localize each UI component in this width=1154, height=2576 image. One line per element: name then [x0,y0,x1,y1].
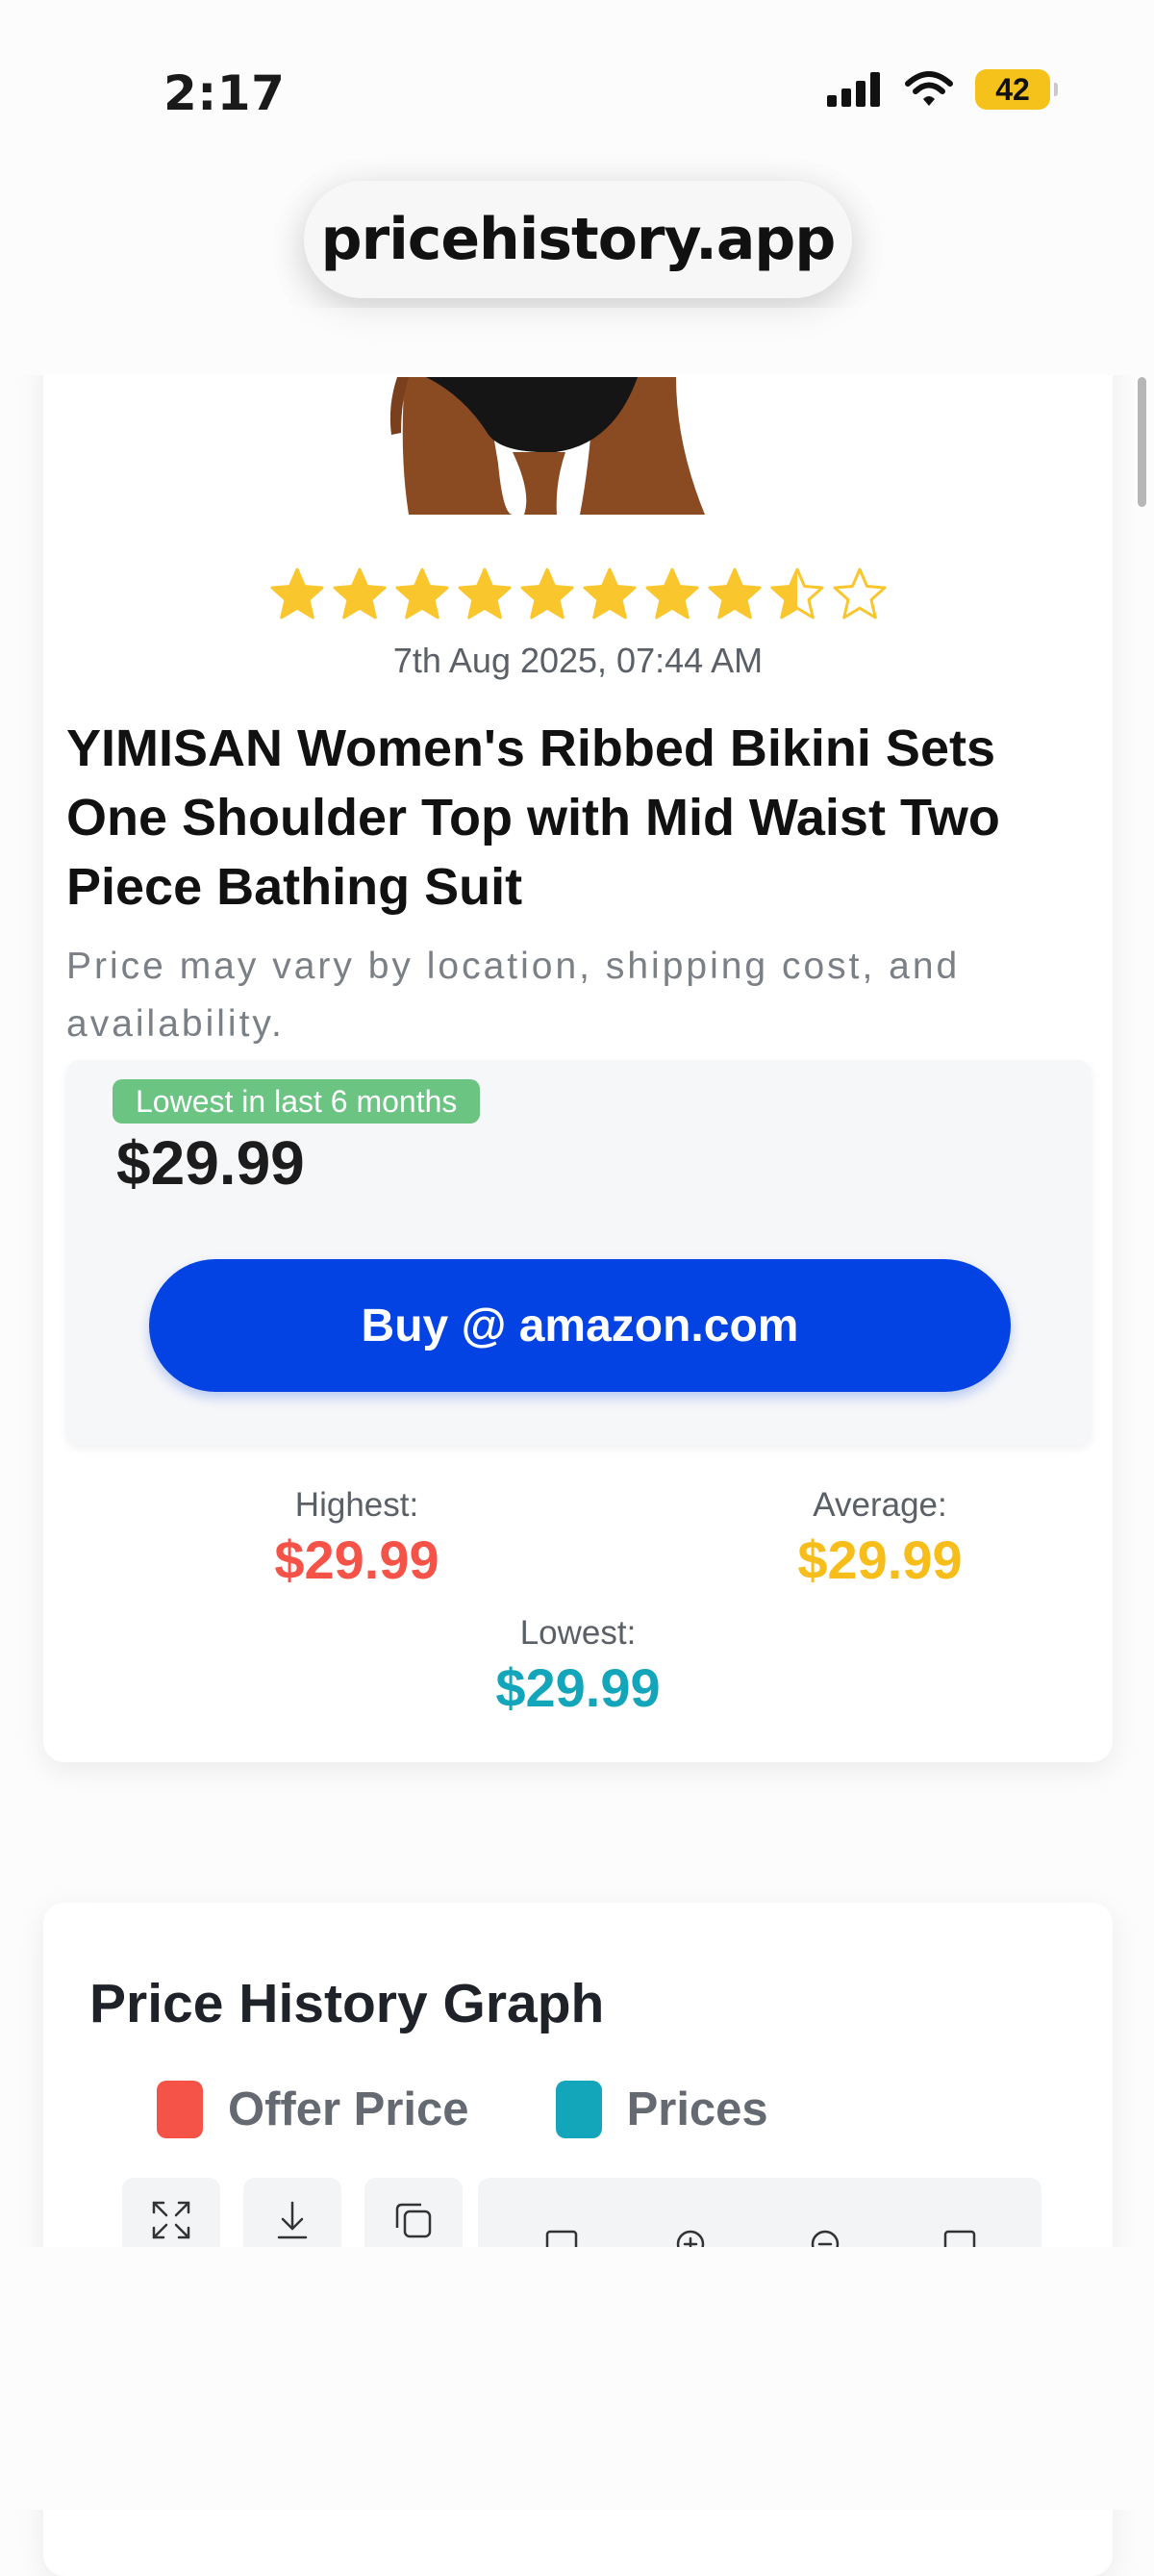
header-background [0,308,1154,375]
star-filled-icon [270,568,323,619]
price-box: Lowest in last 6 months $29.99 Buy @ ama… [66,1060,1091,1445]
lowest-value: $29.99 [495,1657,661,1718]
star-empty-icon [833,568,886,619]
battery-indicator: 42 [975,69,1058,110]
status-bar: 2:17 42 [0,0,1154,173]
signal-icon [827,72,880,107]
star-filled-icon [520,568,573,619]
legend-label: Prices [626,2084,768,2135]
lowest-badge: Lowest in last 6 months [113,1079,481,1124]
copy-icon [395,2203,432,2238]
download-icon [277,2201,308,2239]
wifi-icon [905,71,953,106]
price-date: 7th Aug 2025, 07:44 AM [392,641,764,680]
average-value: $29.99 [797,1529,963,1590]
battery-level: 42 [995,71,1030,107]
product-image[interactable] [388,377,743,515]
highest-value: $29.99 [274,1529,439,1590]
prices-swatch [555,2081,602,2138]
star-filled-icon [583,568,636,619]
star-filled-icon [458,568,511,619]
stat-highest: Highest: $29.99 [184,1486,530,1591]
buy-button[interactable]: Buy @ amazon.com [149,1259,1011,1392]
product-title: YIMISAN Women's Ribbed Bikini Sets One S… [66,720,1000,916]
legend-prices[interactable]: Prices [555,2081,768,2138]
expand-icon [152,2201,190,2239]
status-time: 2:17 [163,65,286,121]
scrollbar[interactable] [1138,377,1146,507]
star-filled-icon [708,568,761,619]
product-card: 7th Aug 2025, 07:44 AM YIMISAN Women's R… [43,346,1113,1762]
star-filled-icon [645,568,698,619]
graph-title: Price History Graph [89,1973,605,2034]
current-price: $29.99 [116,1128,305,1198]
rating-stars [43,566,1113,623]
star-filled-icon [333,568,386,619]
graph-legend: Offer Price Prices [157,2081,855,2138]
stat-average: Average: $29.99 [707,1486,1053,1591]
lowest-label: Lowest: [519,1614,637,1652]
legend-label: Offer Price [228,2084,469,2135]
url-text-overlay: pricehistory.app [320,206,837,273]
status-icons: 42 [825,69,1058,110]
star-filled-icon [395,568,448,619]
legend-offer-price[interactable]: Offer Price [157,2081,469,2138]
offer-price-swatch [157,2081,203,2138]
highest-label: Highest: [294,1486,419,1524]
price-disclaimer: Price may vary by location, shipping cos… [66,946,961,1045]
stat-lowest: Lowest: $29.99 [405,1614,751,1719]
page-bottom-blank [0,2247,1154,2510]
star-half-icon [770,568,823,619]
average-label: Average: [813,1486,947,1524]
url-bar-overlay[interactable]: pricehistory.app [304,181,852,298]
